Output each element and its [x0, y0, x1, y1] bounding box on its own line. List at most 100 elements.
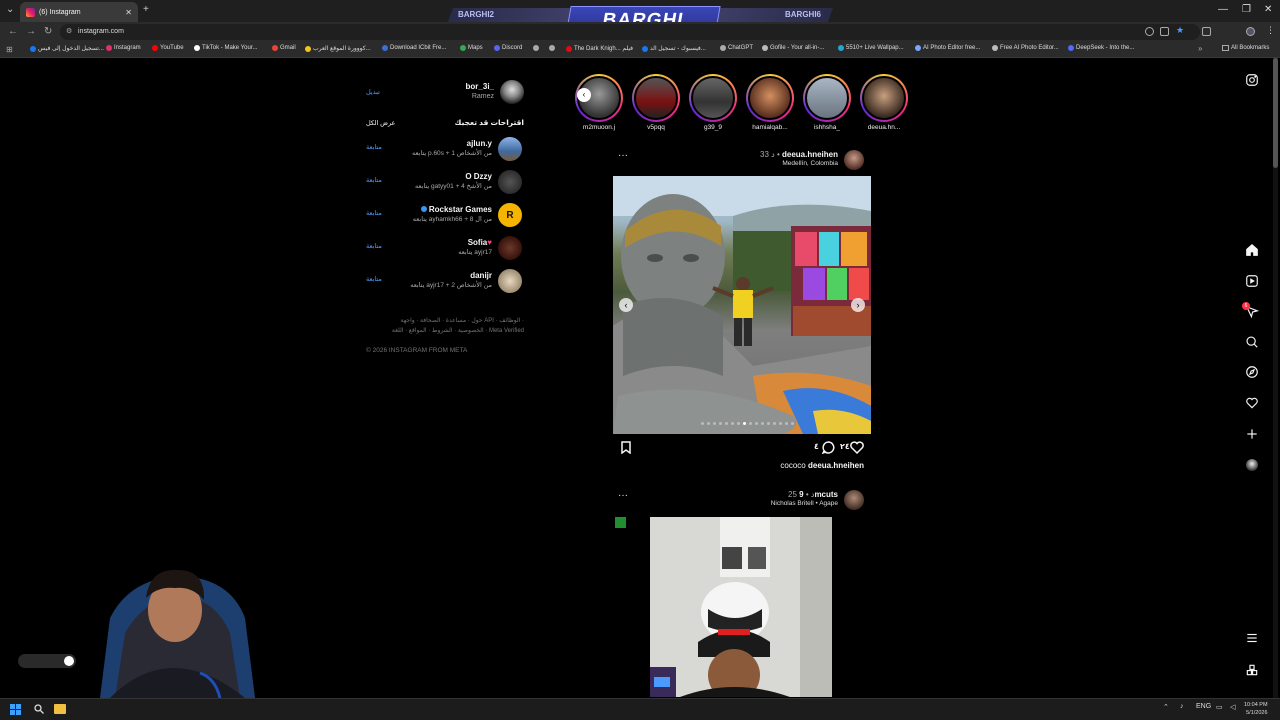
story-item[interactable]: deeua.hn...: [856, 74, 912, 131]
bookmark-item[interactable]: DeepSeek - Into the...: [1068, 45, 1134, 51]
suggestion-avatar[interactable]: [498, 137, 522, 161]
footer-links-line2[interactable]: الخصوصية · الشروط · المواقع · اللغة · Me…: [366, 326, 524, 336]
post-caption-username[interactable]: deeua.hneihen: [808, 461, 864, 470]
volume-icon[interactable]: ◁: [1230, 703, 1235, 711]
bookmark-item[interactable]: Download ICbit Fre...: [382, 45, 446, 51]
story-item[interactable]: ishhsha_: [799, 74, 855, 131]
minimize-icon[interactable]: —: [1218, 4, 1228, 15]
follow-button[interactable]: متابعة: [366, 275, 382, 283]
post-author-avatar[interactable]: [844, 490, 864, 510]
bookmark-item[interactable]: AI Photo Editor free...: [915, 45, 980, 51]
accounts-switcher-pill[interactable]: [18, 654, 76, 668]
bookmark-item[interactable]: تسجيل الدخول إلى فيس...: [30, 45, 104, 52]
suggestion-avatar[interactable]: [498, 170, 522, 194]
network-icon[interactable]: ▭: [1216, 703, 1223, 711]
suggestion-username[interactable]: Rockstar Games: [420, 205, 492, 214]
rockstar-logo-icon[interactable]: R: [498, 203, 522, 227]
save-bookmark-icon[interactable]: [620, 441, 632, 454]
page-scrollbar[interactable]: [1273, 58, 1278, 698]
follow-button[interactable]: متابعة: [366, 143, 382, 151]
post-username[interactable]: 33 د • deeua.hneihen: [760, 150, 838, 159]
suggestion-username[interactable]: Sofia♥: [468, 238, 492, 247]
current-user-avatar[interactable]: [500, 80, 524, 104]
install-app-icon[interactable]: [1160, 27, 1169, 36]
bookmark-item[interactable]: ChatGPT: [720, 45, 753, 51]
tab-search-icon[interactable]: ⌄: [6, 4, 14, 15]
profile-avatar-icon[interactable]: [1246, 27, 1255, 36]
new-tab-button[interactable]: +: [143, 4, 149, 15]
instagram-logo-icon[interactable]: [1244, 72, 1260, 88]
likes-count[interactable]: ٢٤: [840, 442, 850, 451]
bookmark-item[interactable]: TikTok - Make Your...: [194, 45, 257, 51]
story-item[interactable]: m2muoon.j: [571, 74, 627, 131]
story-item[interactable]: g39_9: [685, 74, 741, 131]
bookmark-item[interactable]: كووورة الموقع العرب...: [305, 45, 371, 52]
bookmark-item[interactable]: Discord: [494, 45, 522, 51]
post-video[interactable]: [613, 517, 871, 697]
all-bookmarks-button[interactable]: All Bookmarks: [1222, 45, 1269, 51]
bookmark-item[interactable]: [533, 45, 539, 51]
search-icon[interactable]: [1244, 334, 1260, 350]
bookmark-item[interactable]: 5510+ Live Wallpap...: [838, 45, 904, 51]
back-icon[interactable]: ←: [8, 26, 18, 37]
post-more-options-icon[interactable]: ···: [618, 490, 628, 501]
tab-instagram[interactable]: (6) Instagram ✕: [20, 2, 138, 22]
bookmark-item[interactable]: فيسبوك - تسجيل الد...: [642, 45, 706, 52]
site-info-icon[interactable]: ⚙: [66, 24, 72, 40]
microphone-icon[interactable]: ♪: [1180, 703, 1184, 710]
footer-links-line1[interactable]: حول · مساعدة · الصحافة · واجهة API · الو…: [366, 316, 524, 326]
notifications-icon[interactable]: [1244, 395, 1260, 411]
post-location[interactable]: Medellín, Colombia: [782, 160, 838, 167]
profile-icon[interactable]: [1244, 457, 1260, 473]
like-heart-icon[interactable]: [850, 441, 864, 454]
scrollbar-thumb[interactable]: [1273, 58, 1278, 168]
post-audio-track[interactable]: Nicholas Britell • Agape: [771, 500, 838, 507]
bookmark-item[interactable]: Gmail: [272, 45, 296, 51]
bookmark-item[interactable]: The Dark Knigh... فيلم: [566, 45, 633, 52]
bookmark-item[interactable]: Instagram: [106, 45, 141, 51]
forward-icon[interactable]: →: [26, 26, 36, 37]
bookmark-item[interactable]: YouTube: [152, 45, 184, 51]
suggestion-username[interactable]: O Dzzy: [465, 172, 492, 181]
bookmark-item[interactable]: Free AI Photo Editor...: [992, 45, 1059, 51]
comments-count[interactable]: ٤: [814, 442, 819, 451]
current-user-username[interactable]: bor_3i_: [466, 82, 494, 91]
suggestion-avatar[interactable]: [498, 236, 522, 260]
create-icon[interactable]: [1244, 426, 1260, 442]
apps-grid-icon[interactable]: ⊞: [6, 45, 13, 54]
tray-overflow-icon[interactable]: ⌃: [1163, 703, 1169, 711]
taskbar-search-icon[interactable]: [33, 703, 45, 715]
follow-button[interactable]: متابعة: [366, 209, 382, 217]
explore-icon[interactable]: [1244, 364, 1260, 380]
post-author-avatar[interactable]: [844, 150, 864, 170]
switch-account-link[interactable]: تبديل: [366, 88, 380, 96]
zoom-icon[interactable]: [1145, 27, 1154, 36]
stories-prev-arrow-icon[interactable]: ‹: [577, 88, 591, 102]
language-indicator[interactable]: ENG: [1196, 703, 1211, 710]
bookmark-item[interactable]: Gofile - Your all-in-...: [762, 45, 824, 51]
post-username[interactable]: 25 د • 9mcuts: [788, 490, 838, 499]
bookmark-item[interactable]: [549, 45, 555, 51]
tab-close-icon[interactable]: ✕: [125, 8, 132, 17]
url-input[interactable]: ⚙ instagram.com: [60, 24, 1200, 40]
reload-icon[interactable]: ↻: [44, 26, 52, 37]
file-explorer-icon[interactable]: [54, 704, 66, 714]
home-icon[interactable]: [1244, 242, 1260, 258]
carousel-next-icon[interactable]: ›: [851, 298, 865, 312]
also-from-meta-icon[interactable]: [1244, 662, 1260, 678]
extensions-icon[interactable]: [1202, 27, 1211, 36]
bookmarks-overflow-icon[interactable]: »: [1198, 44, 1202, 53]
suggestion-username[interactable]: ajlun.y: [467, 139, 492, 148]
reels-icon[interactable]: [1244, 273, 1260, 289]
bookmark-star-icon[interactable]: ★: [1176, 25, 1184, 36]
story-item[interactable]: v5pqq: [628, 74, 684, 131]
suggestion-username[interactable]: danijr: [470, 271, 492, 280]
more-menu-icon[interactable]: [1244, 630, 1260, 646]
suggestion-avatar[interactable]: [498, 269, 522, 293]
see-all-link[interactable]: عرض الكل: [366, 119, 395, 127]
maximize-icon[interactable]: ❐: [1242, 4, 1251, 15]
story-item[interactable]: hamialqab...: [742, 74, 798, 131]
follow-button[interactable]: متابعة: [366, 176, 382, 184]
clock[interactable]: 10:04 PM 5/1/2026: [1244, 701, 1268, 717]
comment-icon[interactable]: [822, 441, 835, 454]
